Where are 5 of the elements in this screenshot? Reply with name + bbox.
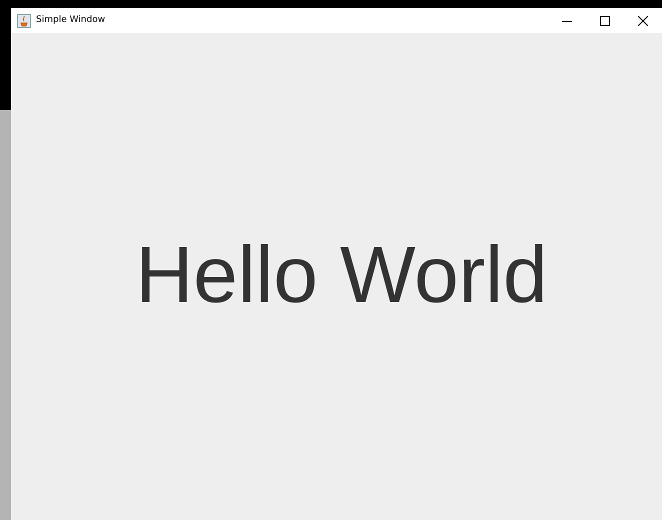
maximize-icon [600,16,610,26]
app-icon [17,14,31,28]
greeting-text: Hello World [134,234,548,318]
window-title: Simple Window [36,14,106,27]
close-icon [638,16,648,26]
